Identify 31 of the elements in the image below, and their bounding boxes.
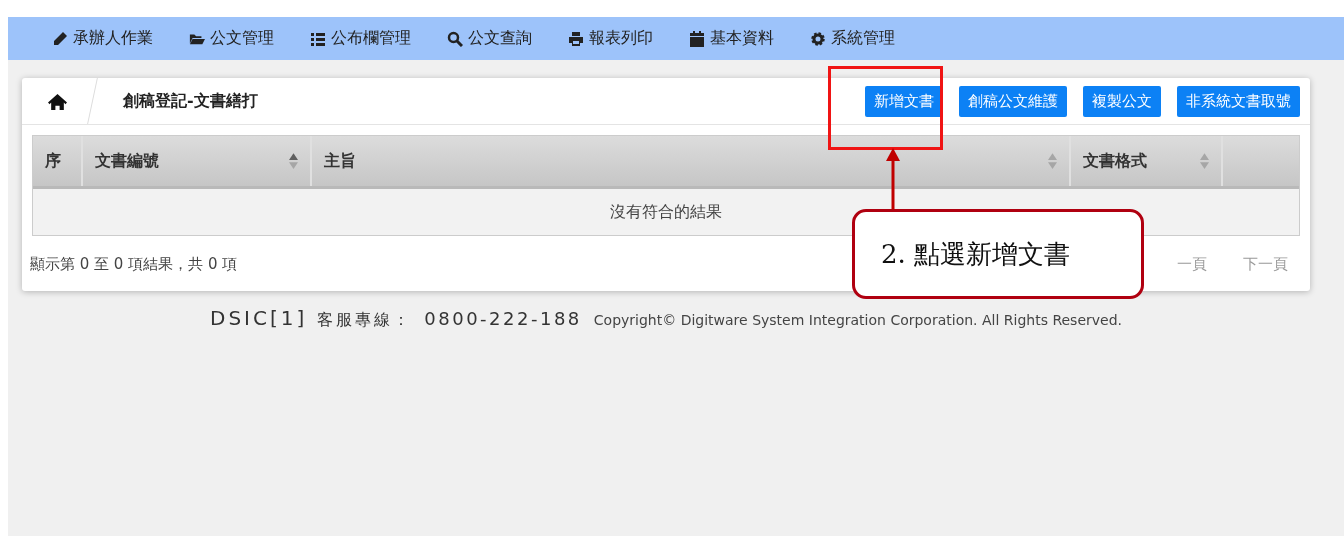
pencil-icon — [52, 30, 68, 47]
nav-menu-item[interactable]: 公布欄管理 — [310, 28, 411, 49]
nav-menu-item[interactable]: 公文管理 — [189, 28, 274, 49]
column-header[interactable]: 文書編號 — [83, 136, 312, 186]
column-header[interactable]: 文書格式 — [1071, 136, 1223, 186]
settings-icon — [810, 30, 826, 47]
printer-icon — [568, 30, 584, 47]
panel-title: 創稿登記-文書繕打 — [123, 90, 258, 112]
sort-icon — [1048, 153, 1057, 169]
nav-menu-item[interactable]: 系統管理 — [810, 28, 895, 49]
nav-menu-item[interactable]: 公文查詢 — [447, 28, 532, 49]
brand-name: DSIC[1] — [210, 306, 308, 330]
action-button[interactable]: 複製公文 — [1083, 85, 1161, 117]
search-icon — [447, 30, 463, 47]
action-button[interactable]: 新增文書 — [865, 85, 943, 117]
copyright-text: Copyright© Digitware System Integration Corporation. All Rights Reserved. — [593, 312, 1122, 328]
results-info: 顯示第 0 至 0 項結果，共 0 項 — [30, 254, 238, 274]
nav-menu-item[interactable]: 基本資料 — [689, 28, 774, 49]
hotline-number: 0800-222-188 — [424, 308, 582, 329]
calendar-icon — [689, 30, 705, 47]
annotation-arrow — [885, 148, 901, 210]
nav-menu-item[interactable]: 報表列印 — [568, 28, 653, 49]
action-button[interactable]: 非系統文書取號 — [1177, 85, 1300, 117]
list-icon — [310, 30, 326, 47]
nav-menu-item[interactable]: 承辦人作業 — [52, 28, 153, 49]
sort-icon — [1200, 153, 1209, 169]
hotline-label: 客服專線： — [317, 310, 413, 331]
annotation-callout: 2. 點選新增文書 — [852, 209, 1144, 299]
action-button[interactable]: 創稿公文維護 — [959, 85, 1067, 117]
sort-icon — [289, 153, 298, 169]
column-header: 序 — [33, 136, 83, 186]
